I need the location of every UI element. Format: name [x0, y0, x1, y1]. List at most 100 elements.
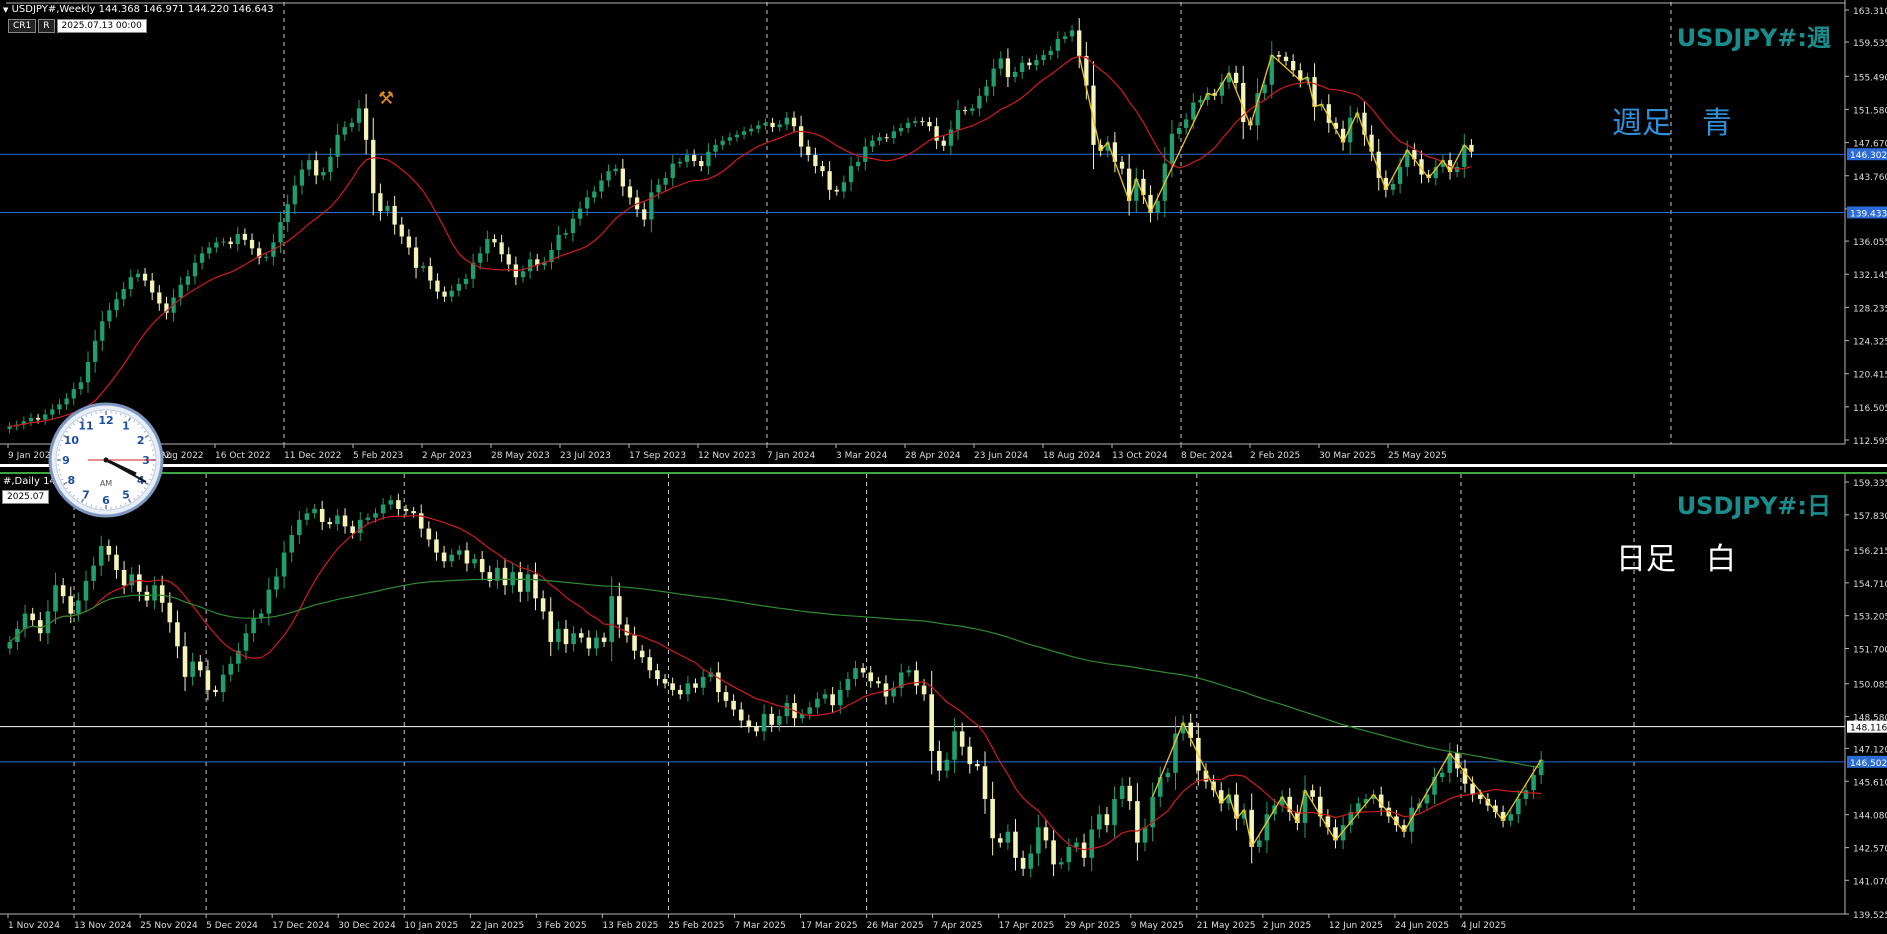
y-tick-label: 124.325: [1853, 338, 1887, 348]
candle-bearish: [670, 683, 675, 690]
candle-bullish: [78, 382, 84, 390]
candle-bullish: [606, 171, 611, 181]
candle-bearish: [620, 168, 625, 187]
candle-bearish: [693, 683, 698, 688]
analog-clock-widget[interactable]: 121234567891011AM: [48, 402, 164, 518]
cr1-button[interactable]: CR1: [8, 19, 37, 33]
candle-bullish: [380, 504, 386, 514]
panel-divider[interactable]: [0, 464, 1887, 474]
candle-bearish: [830, 694, 835, 706]
candle-bearish: [413, 247, 419, 268]
candle-bullish: [1012, 71, 1018, 78]
candle-bearish: [327, 522, 333, 525]
candle-bullish: [373, 513, 378, 518]
candle-bullish: [815, 698, 820, 708]
candle-bearish: [517, 572, 523, 592]
x-tick-label: 28 Apr 2024: [905, 451, 961, 461]
candle-bullish: [98, 546, 104, 566]
candle-bearish: [806, 146, 811, 156]
candle-bullish: [784, 703, 790, 717]
clock-number: 12: [98, 414, 113, 427]
candle-bullish: [720, 140, 725, 145]
candle-bullish: [807, 707, 813, 714]
candle-bullish: [1257, 840, 1262, 847]
candle-bullish: [357, 519, 363, 533]
daily-chart-svg[interactable]: 159.335 157.830 156.215 154.710 153.205 151.7…: [0, 474, 1887, 934]
weekly-chart-panel[interactable]: 163.310 159.535 155.490 151.580 147.670 143.7…: [0, 0, 1887, 464]
x-tick-label: 22 Jan 2025: [470, 921, 524, 931]
candle-bearish: [962, 110, 968, 112]
y-tick-label: 143.760: [1853, 173, 1887, 183]
candle-bearish: [941, 140, 946, 146]
candle-bearish: [392, 205, 397, 225]
x-tick-label: 13 Feb 2025: [602, 921, 658, 931]
candle-bearish: [1005, 58, 1011, 78]
candle-bearish: [403, 508, 409, 512]
r-button[interactable]: R: [38, 19, 55, 33]
candle-bullish: [570, 218, 576, 234]
candle-bearish: [1276, 55, 1282, 57]
candle-bearish: [617, 596, 622, 625]
candle-bearish: [662, 679, 668, 684]
candle-bearish: [228, 241, 233, 245]
x-tick-label: 16 Oct 2022: [215, 451, 271, 461]
daily-date-box[interactable]: 2025.07: [2, 490, 50, 504]
candle-bullish: [243, 633, 249, 651]
candle-bearish: [627, 186, 633, 198]
candle-bearish: [738, 709, 744, 721]
clock-number: 8: [68, 474, 76, 487]
candle-bullish: [984, 86, 989, 96]
y-tick-label: 147.670: [1853, 140, 1887, 150]
candle-bullish: [449, 554, 454, 562]
y-tick-label: 141.070: [1853, 877, 1887, 887]
y-tick-label: 112.595: [1853, 437, 1887, 447]
candle-bullish: [321, 172, 326, 176]
candle-bearish: [137, 574, 142, 592]
y-tick-label: 163.310: [1853, 7, 1887, 17]
candle-bullish: [274, 576, 279, 590]
candle-bearish: [406, 236, 412, 248]
x-tick-label: 25 Nov 2024: [140, 921, 198, 931]
candle-bullish: [304, 513, 310, 520]
candle-bearish: [1027, 62, 1032, 66]
candle-bullish: [585, 197, 590, 209]
candle-bullish: [92, 340, 98, 362]
x-tick-label: 29 Apr 2025: [1065, 921, 1121, 931]
candle-bullish: [289, 535, 294, 553]
candle-bullish: [663, 177, 668, 185]
candle-bearish: [60, 585, 66, 597]
dropdown-arrow-icon[interactable]: ▼: [3, 6, 8, 14]
x-tick-label: 3 Mar 2024: [836, 451, 888, 461]
weekly-toolbar: CR1 R 2025.07.13 00:00: [8, 19, 149, 33]
x-tick-label: 30 Dec 2024: [338, 921, 396, 931]
candle-bullish: [264, 256, 269, 258]
x-tick-label: 24 Jun 2025: [1395, 921, 1449, 931]
y-tick-label: 120.415: [1853, 371, 1887, 381]
x-tick-label: 12 Jun 2025: [1329, 921, 1383, 931]
crossed-tools-icon[interactable]: ⚒: [378, 88, 394, 109]
candle-bearish: [1233, 72, 1239, 84]
candle-bearish: [142, 273, 148, 281]
candle-bullish: [944, 759, 950, 771]
candle-bearish: [1020, 857, 1026, 869]
candle-bullish: [178, 284, 183, 298]
x-tick-label: 2 Feb 2025: [1250, 451, 1300, 461]
candle-bearish: [426, 528, 432, 540]
candle-bearish: [920, 121, 925, 123]
daily-chart-panel[interactable]: 159.335 157.830 156.215 154.710 153.205 151.7…: [0, 474, 1887, 934]
candle-bullish: [114, 299, 119, 311]
weekly-date-box[interactable]: 2025.07.13 00:00: [56, 19, 147, 33]
x-tick-label: 2 Apr 2023: [422, 451, 472, 461]
candle-bearish: [319, 508, 325, 523]
candle-bearish: [639, 650, 645, 658]
candle-bullish: [1058, 862, 1064, 865]
candle-bearish: [699, 161, 704, 167]
candle-bullish: [863, 146, 868, 162]
x-tick-label: 25 May 2025: [1388, 451, 1447, 461]
y-tick-label: 159.535: [1853, 39, 1887, 49]
candle-bullish: [365, 517, 371, 520]
weekly-chart-svg[interactable]: 163.310 159.535 155.490 151.580 147.670 143.7…: [0, 0, 1887, 464]
candle-bullish: [527, 259, 533, 272]
candle-bullish: [7, 641, 13, 649]
candle-bullish: [677, 161, 683, 164]
